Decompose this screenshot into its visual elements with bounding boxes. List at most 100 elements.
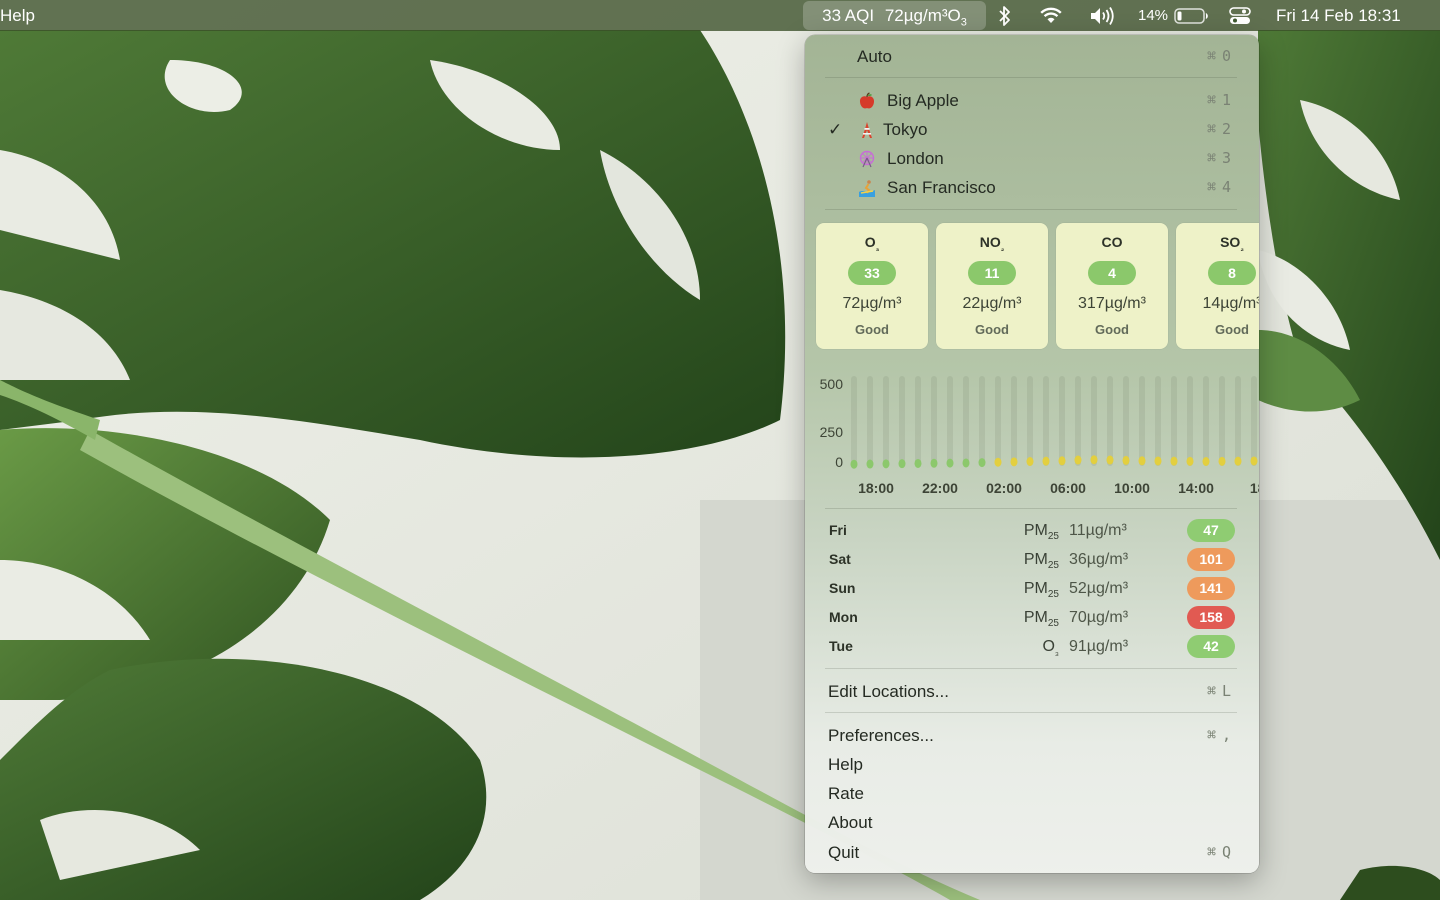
menu-item-shortcut: ⌘L — [1206, 682, 1237, 700]
chart-point — [850, 459, 858, 469]
aqi-status-item[interactable]: 33 AQI 72µg/m³O3 — [803, 1, 986, 30]
pollutant-card-no2[interactable]: NO₂ 11 22µg/m³ Good — [936, 223, 1048, 349]
chart-point — [1234, 456, 1242, 466]
aqi-status-concentration: 72µg/m³O — [884, 6, 961, 25]
forecast-row-sat[interactable]: Sat PM25 36µg/m³ 101 — [805, 545, 1259, 574]
pollutant-concentration: 72µg/m³ — [842, 295, 902, 312]
chart-x-tick: 18: — [1250, 480, 1259, 496]
pollutant-card-co[interactable]: CO 4 317µg/m³ Good — [1056, 223, 1168, 349]
chart-point — [1074, 455, 1082, 465]
aqi-status-value: 33 AQI — [822, 6, 875, 25]
chart-point — [1058, 456, 1066, 466]
chart-x-tick: 10:00 — [1114, 480, 1150, 496]
location-shortcut: ⌘4 — [1206, 178, 1237, 196]
chart-x-tick: 02:00 — [986, 480, 1022, 496]
pollutant-aqi-badge: 8 — [1208, 261, 1256, 285]
chart-hour-bar — [963, 376, 969, 466]
chart-hour-bar — [1171, 376, 1177, 466]
chart-hour-bar — [1235, 376, 1241, 466]
forecast-day: Sat — [829, 551, 851, 567]
location-item-big-apple[interactable]: Big Apple ⌘1 — [805, 86, 1259, 115]
location-item-london[interactable]: London ⌘3 — [805, 144, 1259, 173]
location-shortcut: ⌘1 — [1206, 91, 1237, 109]
control-center-icon[interactable] — [1229, 7, 1251, 25]
chart-point — [930, 458, 938, 468]
location-item-san-francisco[interactable]: San Francisco ⌘4 — [805, 173, 1259, 202]
forecast-concentration: 52µg/m³ — [1069, 580, 1129, 597]
menu-item-auto-label: Auto — [857, 47, 892, 66]
menu-separator — [825, 508, 1237, 509]
forecast-day: Mon — [829, 609, 858, 625]
location-name: Big Apple — [887, 91, 959, 110]
location-shortcut: ⌘3 — [1206, 149, 1237, 167]
chart-point — [1042, 456, 1050, 466]
menu-item-about[interactable]: About — [805, 808, 1259, 837]
chart-point — [1010, 457, 1018, 467]
chart-hour-bar — [1011, 376, 1017, 466]
pollutant-card-so2[interactable]: SO₂ 8 14µg/m³ Good — [1176, 223, 1259, 349]
forecast-aqi-badge: 141 — [1187, 577, 1235, 600]
menubar-help-menu[interactable]: Help — [0, 0, 35, 31]
forecast-day: Fri — [829, 522, 847, 538]
chart-point — [962, 458, 970, 468]
chart-point — [1026, 457, 1034, 466]
chart-hour-bar — [995, 376, 1001, 466]
menu-item-help[interactable]: Help — [805, 750, 1259, 779]
forecast-aqi-badge: 47 — [1187, 519, 1235, 542]
menu-item-rate[interactable]: Rate — [805, 779, 1259, 808]
chart-hour-bar — [1043, 376, 1049, 466]
pollutant-status: Good — [1095, 322, 1129, 337]
pollutant-status: Good — [975, 322, 1009, 337]
bluetooth-icon[interactable] — [997, 5, 1013, 27]
chart-point — [1154, 456, 1162, 466]
chart-hour-bar — [1139, 376, 1145, 466]
forecast-row-mon[interactable]: Mon PM25 70µg/m³ 158 — [805, 603, 1259, 632]
chart-x-tick: 22:00 — [922, 480, 958, 496]
pollutant-name: SO₂ — [1220, 234, 1244, 253]
forecast-day: Tue — [829, 638, 853, 654]
menu-item-edit-locations[interactable]: Edit Locations... ⌘L — [805, 677, 1259, 706]
chart-hour-bar — [1107, 376, 1113, 466]
chart-point — [1122, 455, 1130, 465]
volume-icon[interactable] — [1089, 6, 1117, 26]
chart-x-tick: 06:00 — [1050, 480, 1086, 496]
air-quality-menu: Auto ⌘0 Big Apple ⌘1 ✓ Tokyo ⌘2 London ⌘… — [805, 35, 1259, 873]
forecast-row-fri[interactable]: Fri PM25 11µg/m³ 47 — [805, 516, 1259, 545]
pollutant-card-o3[interactable]: O₃ 33 72µg/m³ Good — [816, 223, 928, 349]
pollutant-name: NO₂ — [979, 234, 1005, 253]
location-item-tokyo[interactable]: ✓ Tokyo ⌘2 — [805, 115, 1259, 144]
menu-item-auto-shortcut: ⌘0 — [1206, 47, 1237, 65]
check-icon: ✓ — [828, 120, 843, 139]
chart-point — [978, 458, 986, 468]
forecast-row-tue[interactable]: Tue O₃ 91µg/m³ 42 — [805, 632, 1259, 661]
battery-icon[interactable] — [1174, 8, 1210, 24]
ferris-wheel-icon — [859, 150, 875, 168]
chart-point — [1106, 455, 1114, 465]
chart-y-tick: 250 — [820, 424, 844, 440]
pollutant-concentration: 317µg/m³ — [1078, 295, 1146, 312]
menu-item-label: About — [828, 813, 873, 832]
chart-point — [914, 458, 922, 468]
location-name: San Francisco — [887, 178, 996, 197]
chart-point — [994, 457, 1002, 467]
chart-hour-bar — [1059, 376, 1065, 466]
chart-point — [1186, 456, 1194, 466]
forecast-concentration: 91µg/m³ — [1069, 638, 1129, 655]
forecast-concentration: 11µg/m³ — [1069, 522, 1127, 539]
forecast-concentration: 36µg/m³ — [1069, 551, 1129, 568]
forecast-row-sun[interactable]: Sun PM25 52µg/m³ 141 — [805, 574, 1259, 603]
menu-item-quit[interactable]: Quit ⌘Q — [805, 838, 1259, 867]
chart-hour-bar — [1075, 376, 1081, 466]
menu-item-shortcut: ⌘, — [1206, 726, 1237, 744]
wifi-icon[interactable] — [1039, 6, 1063, 25]
forecast-concentration: 70µg/m³ — [1069, 609, 1129, 626]
menubar-clock[interactable]: Fri 14 Feb 18:31 — [1276, 0, 1401, 31]
chart-hour-bar — [1219, 376, 1225, 466]
chart-hour-bar — [1203, 376, 1209, 466]
menu-separator — [825, 668, 1237, 669]
menu-item-auto[interactable]: Auto ⌘0 — [805, 42, 1259, 71]
forecast-day: Sun — [829, 580, 856, 596]
menu-separator — [825, 77, 1237, 78]
menu-item-preferences[interactable]: Preferences... ⌘, — [805, 721, 1259, 750]
pollutant-name: CO — [1101, 234, 1123, 250]
